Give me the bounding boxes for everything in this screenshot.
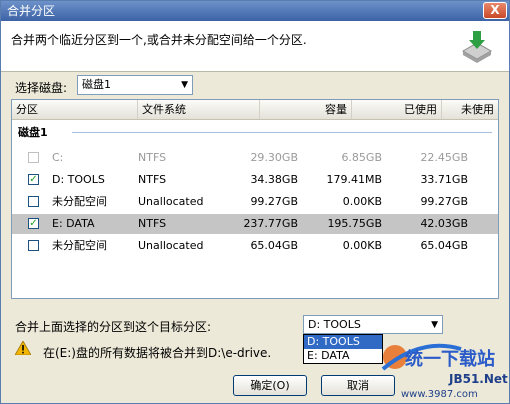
merge-disk-icon	[461, 31, 493, 63]
disk-select-label: 选择磁盘:	[15, 81, 68, 95]
row-checkbox[interactable]	[28, 240, 39, 251]
warning-text: 在(E:)盘的所有数据将被合并到D:\e-drive.	[43, 346, 272, 360]
row-checkbox[interactable]	[28, 196, 39, 207]
warning-icon	[15, 341, 31, 355]
table-row[interactable]: C: NTFS 29.30GB 6.85GB 22.45GB	[12, 148, 498, 168]
target-dropdown-list: D: TOOLS E: DATA	[303, 334, 383, 364]
cell-name: 未分配空间	[52, 195, 107, 208]
disk-group-label: 磁盘1	[18, 126, 48, 139]
cell-used: 6.85GB	[341, 151, 382, 164]
watermark-site: JB51.Net	[448, 372, 508, 386]
instruction-text: 合并两个临近分区到一个,或合并未分配空间给一个分区.	[11, 33, 307, 47]
cell-free: 22.45GB	[420, 151, 468, 164]
disk-select-value: 磁盘1	[82, 78, 111, 91]
cell-used: 195.75GB	[327, 217, 382, 230]
dropdown-option[interactable]: E: DATA	[304, 349, 382, 363]
column-partition[interactable]: 分区	[12, 100, 138, 119]
cell-name: D: TOOLS	[52, 173, 105, 186]
cell-name: 未分配空间	[52, 239, 107, 252]
cell-free: 65.04GB	[420, 239, 468, 252]
cell-used: 179.41MB	[326, 173, 382, 186]
table-row[interactable]: 未分配空间 Unallocated 65.04GB 0.00KB 65.04GB	[12, 236, 498, 256]
merge-partition-dialog: 合并分区 X 合并两个临近分区到一个,或合并未分配空间给一个分区. 选择磁盘: …	[0, 0, 510, 404]
cell-free: 42.03GB	[420, 217, 468, 230]
partition-table: 分区 文件系统 容量 已使用 未使用 磁盘1 C: NTFS 29.30GB 6.85…	[11, 99, 499, 299]
dialog-header: 合并两个临近分区到一个,或合并未分配空间给一个分区.	[1, 21, 509, 72]
cell-free: 33.71GB	[420, 173, 468, 186]
dropdown-option[interactable]: D: TOOLS	[304, 335, 382, 349]
cell-capacity: 65.04GB	[250, 239, 298, 252]
cell-capacity: 99.27GB	[250, 195, 298, 208]
row-checkbox[interactable]: ✓	[28, 174, 39, 185]
window-title: 合并分区	[7, 4, 56, 18]
cell-name: E: DATA	[52, 217, 95, 230]
watermark-url: www.3987.com	[401, 389, 478, 400]
table-row[interactable]: 未分配空间 Unallocated 99.27GB 0.00KB 99.27GB	[12, 192, 498, 212]
column-free[interactable]: 未使用	[442, 100, 498, 119]
target-partition-label: 合并上面选择的分区到这个目标分区:	[15, 320, 212, 334]
group-divider	[72, 132, 492, 133]
close-button[interactable]: X	[483, 2, 507, 19]
cell-capacity: 34.38GB	[250, 173, 298, 186]
cell-capacity: 237.77GB	[243, 217, 298, 230]
target-select-value: D: TOOLS	[308, 318, 361, 331]
row-checkbox[interactable]: ✓	[28, 218, 39, 229]
cell-name: C:	[52, 151, 64, 164]
column-capacity[interactable]: 容量	[260, 100, 352, 119]
cell-capacity: 29.30GB	[250, 151, 298, 164]
row-checkbox	[28, 152, 39, 163]
ok-button[interactable]: 确定(O)	[233, 375, 307, 396]
column-filesystem[interactable]: 文件系统	[138, 100, 260, 119]
table-row[interactable]: ✓ D: TOOLS NTFS 34.38GB 179.41MB 33.71GB	[12, 170, 498, 190]
watermark-brand: 统一下载站	[405, 348, 495, 370]
table-header: 分区 文件系统 容量 已使用 未使用	[12, 100, 498, 120]
disk-select[interactable]: 磁盘1 ▼	[77, 75, 193, 95]
chevron-down-icon: ▼	[181, 80, 188, 90]
title-bar: 合并分区 X	[1, 1, 509, 21]
cell-used: 0.00KB	[342, 239, 382, 252]
column-used[interactable]: 已使用	[352, 100, 442, 119]
table-row[interactable]: ✓ E: DATA NTFS 237.77GB 195.75GB 42.03GB	[12, 214, 498, 234]
cell-free: 99.27GB	[420, 195, 468, 208]
cell-used: 0.00KB	[342, 195, 382, 208]
download-site-watermark: 统一下载站 JB51.Net www.3987.com	[381, 343, 508, 400]
